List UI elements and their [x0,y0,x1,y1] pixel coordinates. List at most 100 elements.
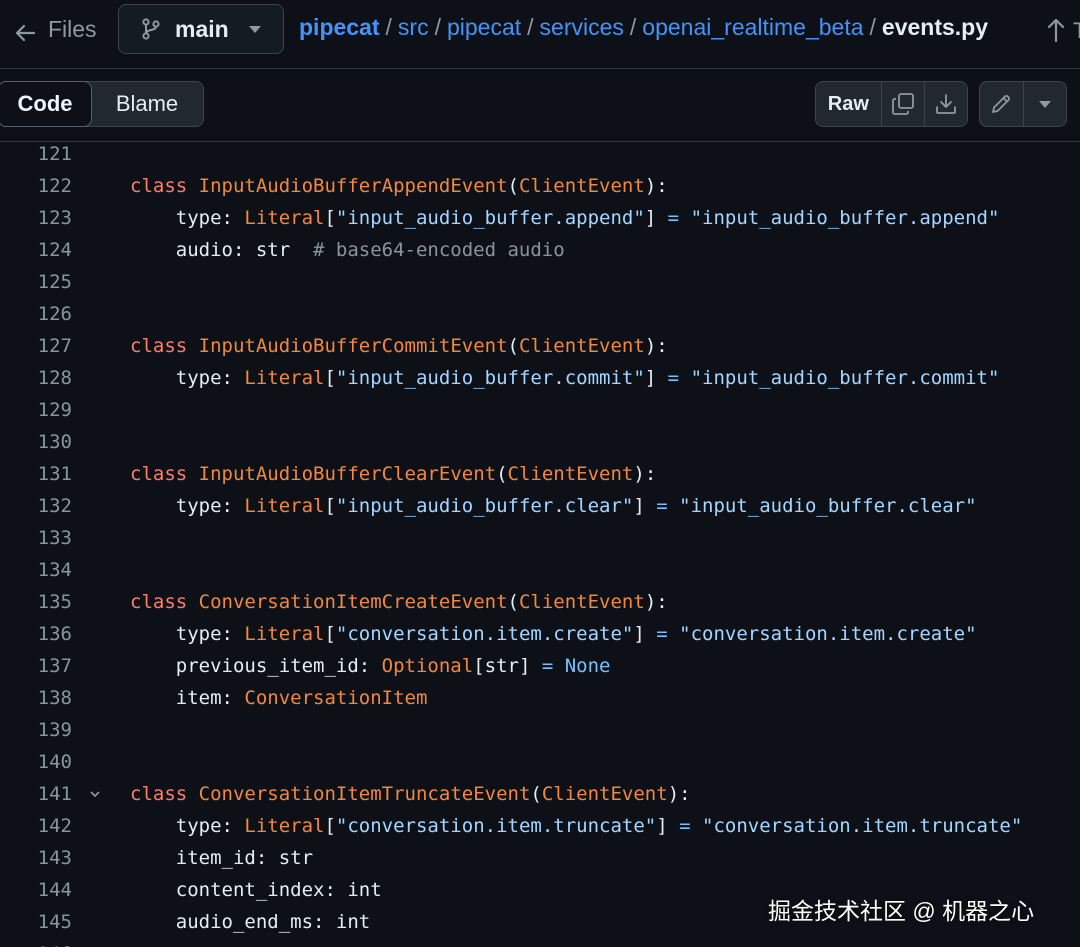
edit-actions-group [979,81,1067,127]
code-token: content_index: int [130,879,382,901]
line-number[interactable]: 141 [0,778,72,810]
code-token: item: [130,687,245,709]
code-line: 129 [0,394,1080,426]
more-edit-options-button[interactable] [1024,82,1067,126]
git-branch-icon [142,18,160,40]
line-content: audio_end_ms: int [130,906,370,938]
line-content: type: Literal["input_audio_buffer.clear"… [130,490,977,522]
breadcrumb-separator: / [385,14,392,40]
line-number[interactable]: 139 [0,714,72,746]
code-line: 133 [0,522,1080,554]
line-number[interactable]: 137 [0,650,72,682]
line-number[interactable]: 127 [0,330,72,362]
code-line: 135 class ConversationItemCreateEvent(Cli… [0,586,1080,618]
code-token: = [656,623,668,645]
code-token: audio_end_ms: int [130,911,371,933]
breadcrumb-openai-realtime-beta[interactable]: openai_realtime_beta [642,14,863,40]
truncated-edge-glyph: T [1073,18,1080,43]
line-number[interactable]: 128 [0,362,72,394]
code-token: ] [644,207,668,229]
breadcrumb-pipecat[interactable]: pipecat [447,14,521,40]
breadcrumb: pipecat / src / pipecat / services / openai_real… [299,14,988,41]
line-number[interactable]: 144 [0,874,72,906]
line-number[interactable]: 142 [0,810,72,842]
code-token: "input_audio_buffer.clear" [679,495,977,517]
code-token: audio: str [130,239,314,261]
back-button[interactable] [10,18,40,48]
line-number[interactable]: 135 [0,586,72,618]
code-token: "input_audio_buffer.append" [335,207,645,229]
watermark: 掘金技术社区 @ 机器之心 [768,898,1035,924]
breadcrumb-repo[interactable]: pipecat [299,14,380,40]
line-number[interactable]: 132 [0,490,72,522]
code-token: Literal [244,367,325,389]
line-number[interactable]: 129 [0,394,72,426]
line-number[interactable]: 124 [0,234,72,266]
code-token: class [130,335,188,357]
line-number[interactable]: 131 [0,458,72,490]
line-number[interactable]: 130 [0,426,72,458]
code-token: InputAudioBufferClearEvent [198,463,497,485]
line-content: type: Literal["conversation.item.truncat… [130,810,1023,842]
code-line: 132 type: Literal["input_audio_buffer.cl… [0,490,1080,522]
raw-button[interactable]: Raw [816,82,882,126]
breadcrumb-separator: / [629,14,637,40]
fold-chevron-icon[interactable] [90,789,100,799]
copy-raw-button[interactable] [882,82,925,126]
line-number[interactable]: 123 [0,202,72,234]
line-number[interactable]: 134 [0,554,72,586]
line-number[interactable]: 122 [0,170,72,202]
line-number[interactable]: 133 [0,522,72,554]
code-token: [ [324,367,336,389]
tab-blame[interactable]: Blame [92,82,202,126]
code-token: = [667,367,680,389]
edit-file-button[interactable] [980,82,1024,126]
code-token: [ [324,495,336,517]
line-number[interactable]: 138 [0,682,72,714]
code-token: ] [633,623,657,645]
code-line: 128 type: Literal["input_audio_buffer.co… [0,362,1080,394]
branch-selector[interactable]: main [118,4,284,54]
line-content: audio: str # base64-encoded audio [130,234,565,266]
code-token: ConversationItemCreateEvent [198,591,508,613]
code-token: ClientEvent [518,175,645,197]
line-content: class InputAudioBufferClearEvent(ClientE… [130,458,656,490]
line-number[interactable]: 125 [0,266,72,298]
code-line: 136 type: Literal["conversation.item.cre… [0,618,1080,650]
code-token: "conversation.item.create" [335,623,634,645]
code-token: type: [130,367,245,389]
view-mode-toggle: Code Blame [0,81,204,127]
line-number[interactable]: 146 [0,938,72,947]
code-line: 141 class ConversationItemTruncateEvent(C… [0,778,1080,810]
line-number[interactable]: 143 [0,842,72,874]
code-token: item_id: str [130,847,314,869]
code-token: InputAudioBufferCommitEvent [198,335,508,357]
code-token: ClientEvent [507,463,634,485]
code-token: ConversationItem [244,687,428,709]
code-token: ] [633,495,657,517]
line-number[interactable]: 140 [0,746,72,778]
chevron-down-icon [1038,100,1051,108]
download-raw-button[interactable] [925,82,967,126]
tab-code[interactable]: Code [0,81,92,127]
pencil-icon [992,95,1011,113]
code-line: 126 [0,298,1080,330]
line-content: class InputAudioBufferCommitEvent(Client… [130,330,668,362]
line-number[interactable]: 126 [0,298,72,330]
code-token: class [130,463,188,485]
line-number[interactable]: 121 [0,142,72,170]
breadcrumb-separator: / [527,14,534,40]
breadcrumb-src[interactable]: src [398,14,429,40]
line-number[interactable]: 145 [0,906,72,938]
code-line: 127 class InputAudioBufferCommitEvent(Cli… [0,330,1080,362]
line-content: previous_item_id: Optional[str] = None [130,650,611,682]
line-number[interactable]: 136 [0,618,72,650]
arrow-up-icon[interactable] [1044,16,1068,44]
files-toggle[interactable]: Files [48,16,97,43]
code-token: Literal [244,495,325,517]
branch-name: main [175,15,229,42]
code-line: 140 [0,746,1080,778]
breadcrumb-services[interactable]: services [540,14,624,40]
